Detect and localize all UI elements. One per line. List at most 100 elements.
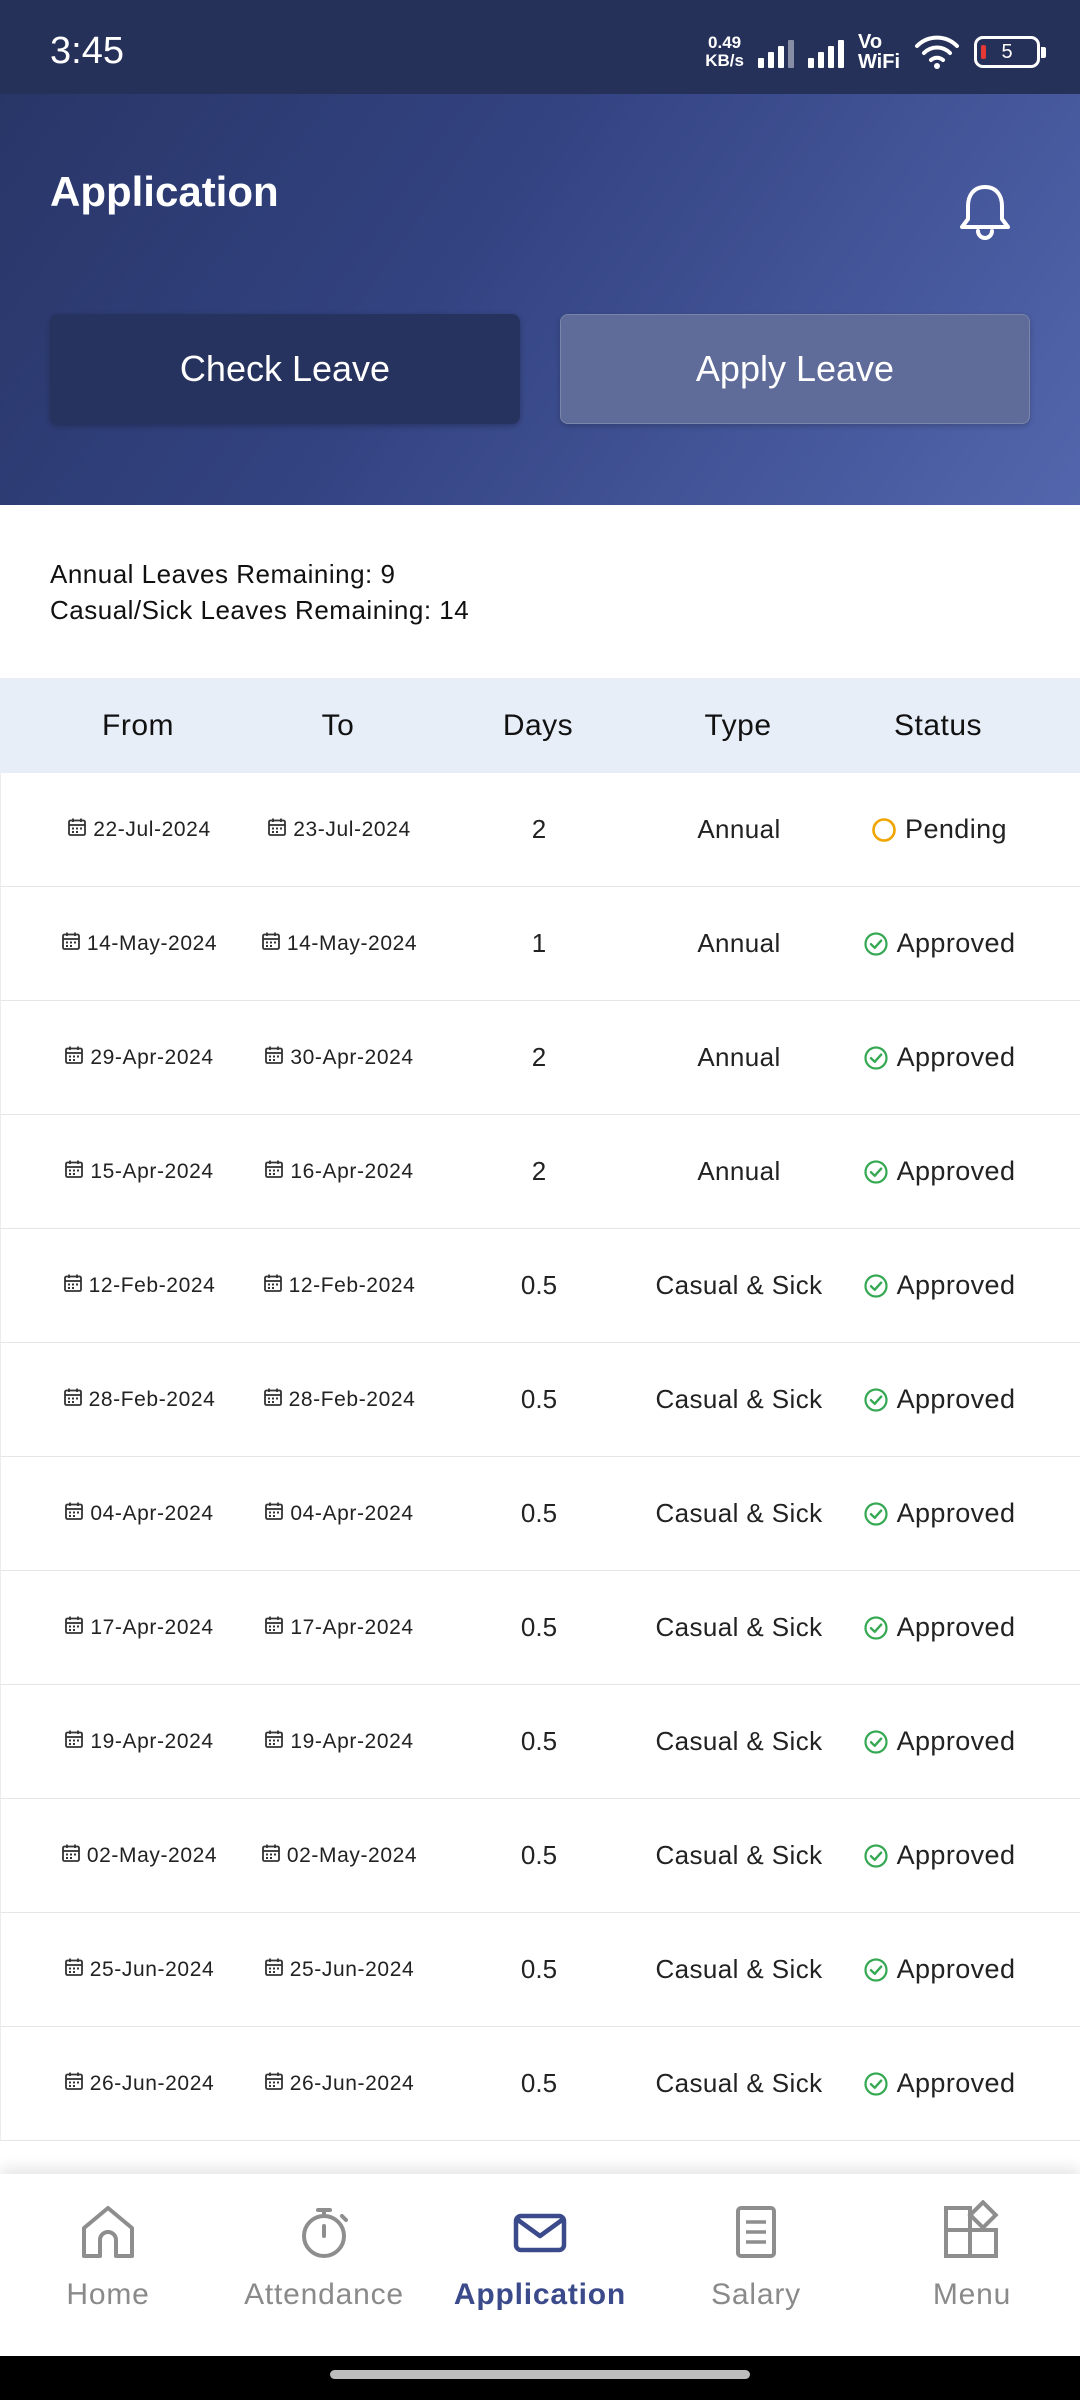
- table-row[interactable]: 29-Apr-2024 30-Apr-2024 2 Annual Approved: [0, 1001, 1080, 1115]
- cell-type: Annual: [697, 1156, 781, 1186]
- grid-icon: [940, 2199, 1004, 2264]
- approved-check-icon: [864, 1273, 888, 1298]
- from-date: 02-May-2024: [86, 1843, 218, 1867]
- calendar-icon: [64, 1729, 84, 1755]
- notification-bell-icon[interactable]: [950, 176, 1020, 246]
- wifi-icon: [915, 35, 959, 69]
- check-leave-button[interactable]: Check Leave: [50, 314, 520, 424]
- apply-leave-button[interactable]: Apply Leave: [560, 314, 1030, 424]
- network-speed-unit: KB/s: [705, 51, 744, 70]
- table-row[interactable]: 26-Jun-2024 26-Jun-2024 0.5 Casual & Sick Ap…: [0, 2027, 1080, 2141]
- table-row[interactable]: 15-Apr-2024 16-Apr-2024 2 Annual Approved: [0, 1115, 1080, 1229]
- table-row[interactable]: 12-Feb-2024 12-Feb-2024 0.5 Casual & Sick Ap…: [0, 1229, 1080, 1343]
- nav-item-application[interactable]: Application: [432, 2174, 648, 2356]
- cell-days: 2: [531, 1042, 547, 1072]
- nav-item-home[interactable]: Home: [0, 2174, 216, 2356]
- approved-check-icon: [864, 2071, 888, 2096]
- pending-icon: [872, 817, 896, 842]
- status-text: Approved: [896, 1042, 1016, 1072]
- calendar-icon: [64, 2071, 84, 2097]
- nav-item-salary[interactable]: Salary: [648, 2174, 864, 2356]
- column-header-type: Type: [704, 708, 772, 742]
- cell-to: 25-Jun-2024: [239, 1957, 439, 1983]
- cell-status: Approved: [839, 1042, 1039, 1073]
- status-text: Approved: [896, 2068, 1016, 2098]
- calendar-icon: [261, 931, 281, 957]
- to-date: 14-May-2024: [286, 931, 418, 955]
- vowifi-top: Vo: [857, 31, 883, 53]
- status-text: Approved: [896, 1840, 1016, 1870]
- calendar-icon: [61, 931, 81, 957]
- cell-from: 22-Jul-2024: [39, 817, 239, 843]
- nav-label: Application: [453, 2278, 627, 2311]
- to-date: 28-Feb-2024: [288, 1387, 416, 1411]
- table-row[interactable]: 14-May-2024 14-May-2024 1 Annual Approved: [0, 887, 1080, 1001]
- to-date: 26-Jun-2024: [289, 2071, 415, 2095]
- table-row[interactable]: 22-Jul-2024 23-Jul-2024 2 Annual Pending: [0, 773, 1080, 887]
- table-row[interactable]: 25-Jun-2024 25-Jun-2024 0.5 Casual & Sick Ap…: [0, 1913, 1080, 2027]
- nav-item-menu[interactable]: Menu: [864, 2174, 1080, 2356]
- to-date: 16-Apr-2024: [290, 1159, 414, 1183]
- vowifi-bottom: WiFi: [857, 51, 900, 73]
- cell-to: 23-Jul-2024: [239, 817, 439, 843]
- cell-days: 0.5: [520, 1384, 558, 1414]
- cell-to: 28-Feb-2024: [239, 1387, 439, 1413]
- column-header-days: Days: [502, 708, 574, 742]
- cell-to: 12-Feb-2024: [239, 1273, 439, 1299]
- column-header-status: Status: [893, 708, 983, 742]
- calendar-icon: [264, 1045, 284, 1071]
- home-icon: [76, 2200, 140, 2264]
- calendar-icon: [63, 1273, 83, 1299]
- from-date: 14-May-2024: [86, 931, 218, 955]
- from-date: 29-Apr-2024: [90, 1045, 214, 1069]
- to-date: 30-Apr-2024: [290, 1045, 414, 1069]
- calendar-icon: [263, 1273, 283, 1299]
- calendar-icon: [64, 1159, 84, 1185]
- approved-check-icon: [864, 1957, 888, 1982]
- calendar-icon: [264, 1501, 284, 1527]
- calendar-icon: [264, 1159, 284, 1185]
- status-text: Approved: [896, 1612, 1016, 1642]
- cell-to: 30-Apr-2024: [239, 1045, 439, 1071]
- table-row[interactable]: 04-Apr-2024 04-Apr-2024 0.5 Casual & Sick Ap…: [0, 1457, 1080, 1571]
- status-text: Approved: [896, 1384, 1016, 1414]
- cell-to: 04-Apr-2024: [239, 1501, 439, 1527]
- cell-from: 17-Apr-2024: [39, 1615, 239, 1641]
- system-gesture-bar: [0, 2356, 1080, 2400]
- calendar-icon: [267, 817, 287, 843]
- cell-days: 1: [531, 928, 547, 958]
- cell-days: 0.5: [520, 1270, 558, 1300]
- table-row[interactable]: 17-Apr-2024 17-Apr-2024 0.5 Casual & Sick Ap…: [0, 1571, 1080, 1685]
- cell-to: 14-May-2024: [239, 931, 439, 957]
- approved-check-icon: [864, 931, 888, 956]
- table-row[interactable]: 28-Feb-2024 28-Feb-2024 0.5 Casual & Sick Ap…: [0, 1343, 1080, 1457]
- status-text: Approved: [896, 1156, 1016, 1186]
- approved-check-icon: [864, 1501, 888, 1526]
- status-text: Approved: [896, 1954, 1016, 1984]
- cell-type: Casual & Sick: [655, 1726, 823, 1756]
- from-date: 04-Apr-2024: [90, 1501, 214, 1525]
- calendar-icon: [64, 1501, 84, 1527]
- leave-balance: Annual Leaves Remaining: 9 Casual/Sick L…: [50, 556, 469, 628]
- cell-days: 0.5: [520, 2068, 558, 2098]
- table-row[interactable]: 19-Apr-2024 19-Apr-2024 0.5 Casual & Sick Ap…: [0, 1685, 1080, 1799]
- calendar-icon: [264, 1957, 284, 1983]
- status-text: Approved: [896, 1726, 1016, 1756]
- gesture-handle[interactable]: [330, 2370, 750, 2379]
- from-date: 15-Apr-2024: [90, 1159, 214, 1183]
- status-text: Approved: [896, 1498, 1016, 1528]
- approved-check-icon: [864, 1843, 888, 1868]
- cell-type: Annual: [697, 1042, 781, 1072]
- leave-table-header: From To Days Type Status: [0, 678, 1080, 773]
- cell-from: 14-May-2024: [39, 931, 239, 957]
- approved-check-icon: [864, 1159, 888, 1184]
- to-date: 02-May-2024: [286, 1843, 418, 1867]
- cell-days: 0.5: [520, 1726, 558, 1756]
- nav-item-attendance[interactable]: Attendance: [216, 2174, 432, 2356]
- cell-to: 26-Jun-2024: [239, 2071, 439, 2097]
- nav-label: Menu: [932, 2278, 1012, 2311]
- cell-status: Approved: [839, 1726, 1039, 1757]
- battery-icon: 5: [974, 36, 1046, 68]
- cell-status: Approved: [839, 1840, 1039, 1871]
- table-row[interactable]: 02-May-2024 02-May-2024 0.5 Casual & Sick Ap…: [0, 1799, 1080, 1913]
